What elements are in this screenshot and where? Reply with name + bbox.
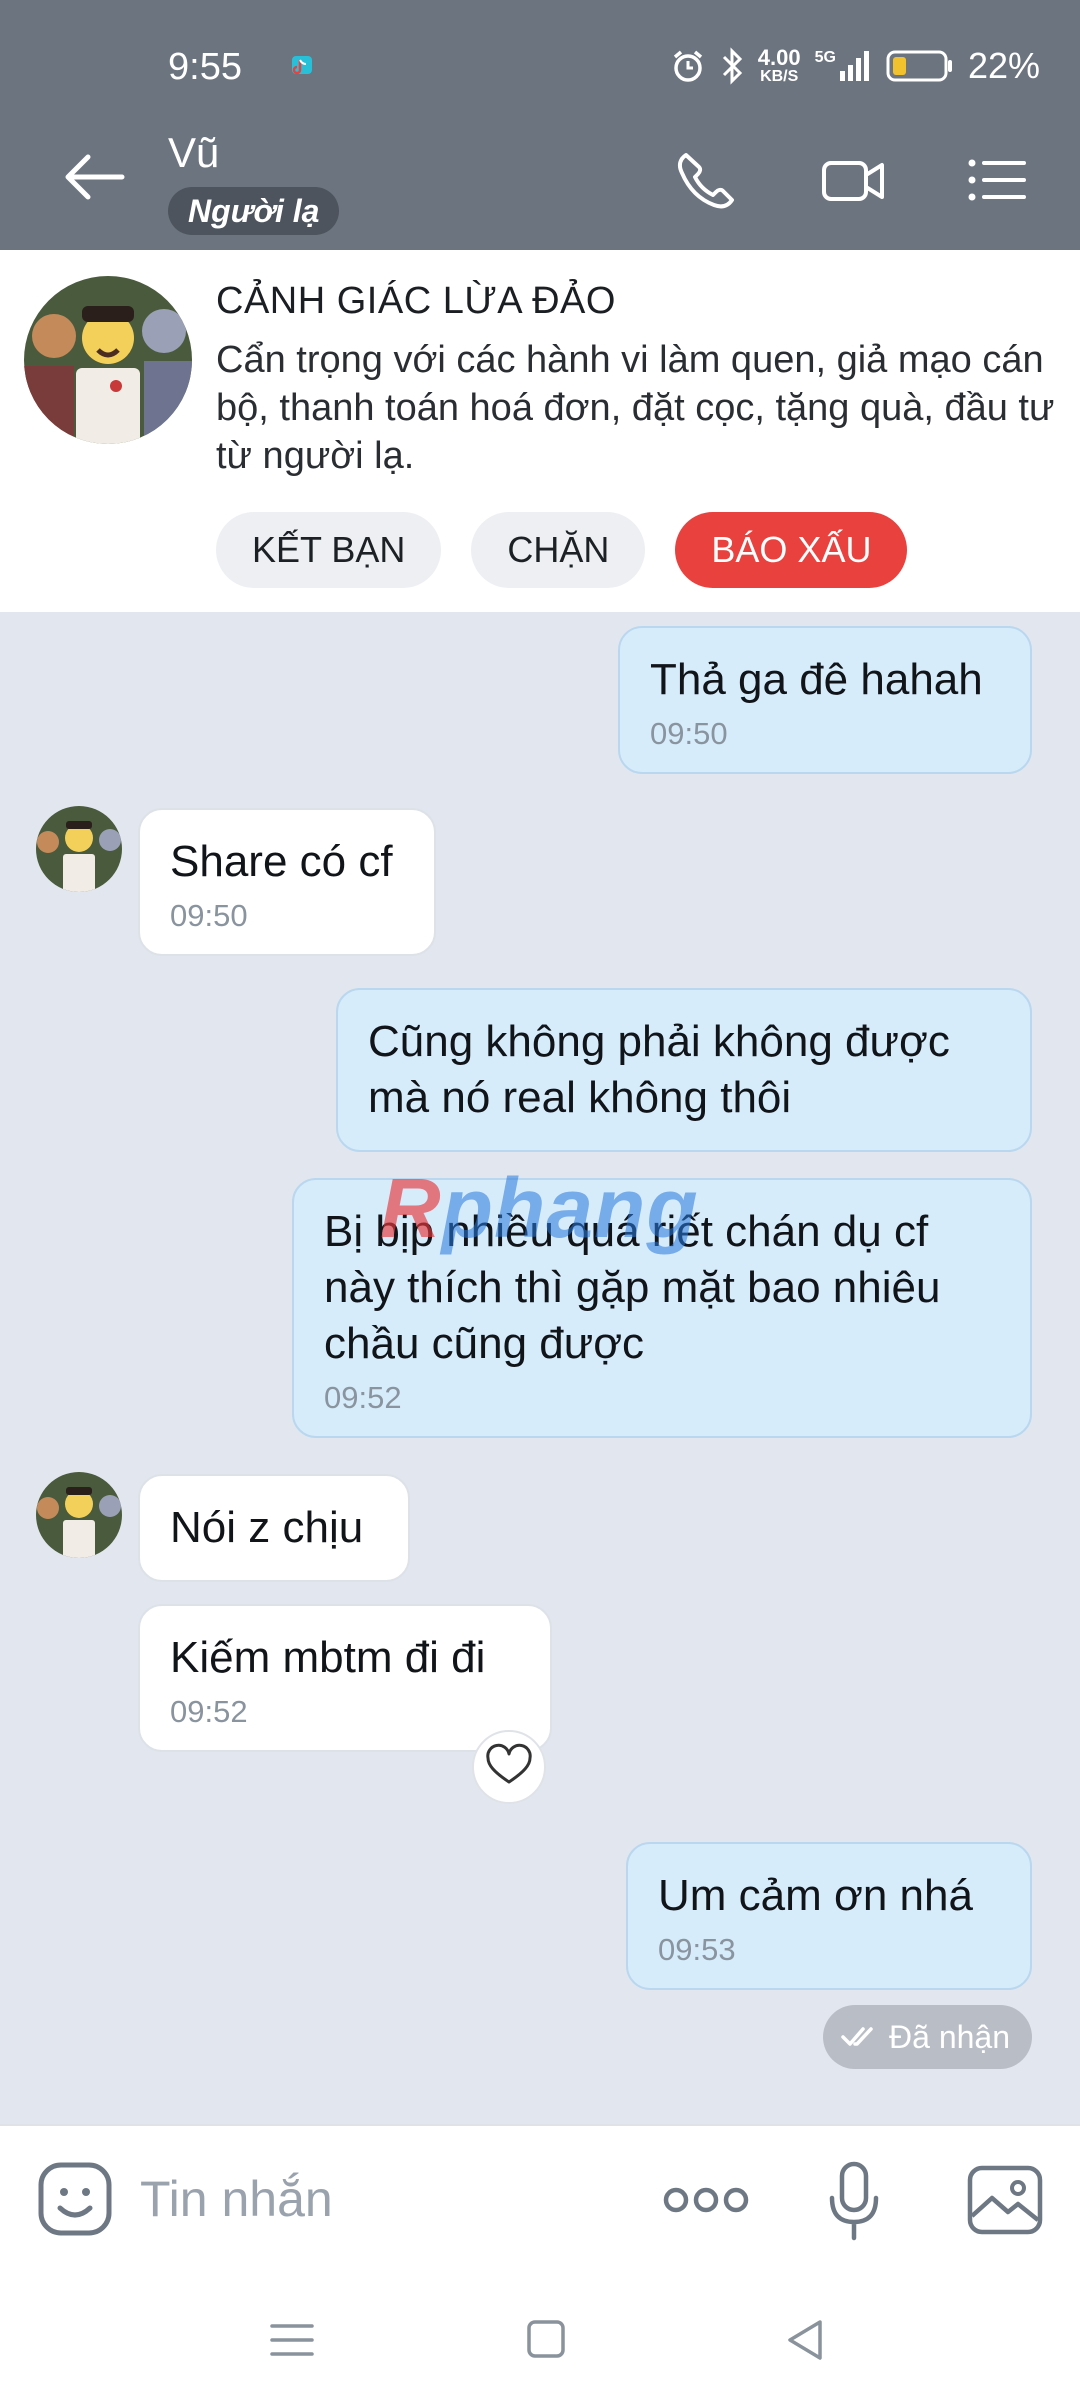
network-type: 5G	[815, 49, 872, 83]
chat-header: Vũ Người lạ	[0, 107, 1080, 250]
home-icon[interactable]	[520, 2316, 572, 2364]
double-check-icon	[841, 2027, 873, 2046]
message-text: Nói z chịu	[170, 1503, 364, 1552]
warning-text: Cẩn trọng với các hành vi làm quen, giả …	[216, 339, 1055, 477]
net-speed-value: 4.00	[757, 45, 801, 70]
net-speed: 4.00 KB/S	[758, 47, 801, 85]
message-list[interactable]: Thả ga đê hahah 09:50 Share có cf 09:50 …	[0, 612, 1080, 2124]
status-icons: 4.00 KB/S 5G 22%	[670, 44, 1040, 88]
more-icon[interactable]	[660, 2178, 752, 2222]
message-bubble-sent[interactable]: Cũng không phải không được mà nó real kh…	[336, 988, 1032, 1152]
battery-percent: 22%	[967, 45, 1040, 86]
bluetooth-icon	[722, 47, 742, 85]
message-text: Share có cf	[170, 837, 393, 886]
status-bar: 9:55 4.00 KB/S 5G 22%	[0, 0, 1080, 107]
alarm-icon	[673, 50, 702, 82]
message-time: 09:50	[170, 898, 248, 933]
message-bubble-sent[interactable]: Thả ga đê hahah 09:50	[618, 626, 1032, 774]
avatar-image	[36, 806, 122, 892]
phone-icon[interactable]	[672, 149, 742, 211]
emoji-icon[interactable]	[36, 2160, 114, 2238]
message-text: Um cảm ơn nhá	[658, 1871, 973, 1920]
react-heart-button[interactable]	[472, 1730, 546, 1804]
watermark-part1: R	[380, 1161, 442, 1255]
battery-icon	[886, 50, 952, 82]
video-call-icon[interactable]	[818, 149, 888, 211]
tiktok-notification-icon	[292, 56, 312, 75]
menu-icon[interactable]	[962, 149, 1032, 211]
warning-title: CẢNH GIÁC LỪA ĐẢO	[216, 280, 616, 322]
avatar-image	[24, 276, 192, 444]
delivery-status-text: Đã nhận	[889, 2019, 1010, 2055]
back-arrow-icon[interactable]	[60, 147, 130, 207]
signal-icon	[839, 51, 869, 81]
warning-actions: KẾT BẠN CHẶN BÁO XẤU	[216, 512, 908, 588]
stranger-badge: Người lạ	[168, 187, 340, 235]
message-text: Thả ga đê hahah	[650, 655, 983, 704]
message-bubble-received[interactable]: Kiếm mbtm đi đi 09:52	[138, 1604, 552, 1752]
contact-name[interactable]: Vũ	[168, 129, 219, 177]
report-button[interactable]: BÁO XẤU	[675, 512, 908, 588]
heart-icon	[486, 1743, 532, 1784]
microphone-icon[interactable]	[826, 2160, 882, 2244]
message-time: 09:52	[170, 1694, 248, 1729]
message-composer: Tin nhắn	[0, 2124, 1080, 2276]
image-icon[interactable]	[966, 2164, 1044, 2236]
block-button[interactable]: CHẶN	[471, 512, 646, 588]
message-text: Cũng không phải không được mà nó real kh…	[368, 1017, 950, 1122]
message-input[interactable]: Tin nhắn	[140, 2170, 333, 2228]
watermark: Rphang	[380, 1160, 699, 1257]
scam-warning-panel: CẢNH GIÁC LỪA ĐẢO Cẩn trọng với các hành…	[0, 250, 1080, 612]
message-time: 09:53	[658, 1932, 736, 1967]
message-bubble-received[interactable]: Share có cf 09:50	[138, 808, 436, 956]
message-bubble-sent[interactable]: Um cảm ơn nhá 09:53	[626, 1842, 1032, 1990]
delivery-status: Đã nhận	[823, 2005, 1032, 2069]
contact-avatar-large[interactable]	[24, 276, 192, 444]
recents-icon[interactable]	[266, 2316, 318, 2364]
watermark-part2: phang	[441, 1161, 699, 1255]
contact-avatar[interactable]	[36, 806, 122, 892]
message-text: Kiếm mbtm đi đi	[170, 1633, 486, 1682]
contact-avatar[interactable]	[36, 1472, 122, 1558]
network-label: 5G	[814, 49, 836, 66]
message-time: 09:50	[650, 716, 728, 751]
system-nav-bar	[0, 2276, 1080, 2400]
avatar-image	[36, 1472, 122, 1558]
status-time: 9:55	[168, 46, 242, 88]
message-bubble-received[interactable]: Nói z chịu	[138, 1474, 410, 1582]
net-speed-unit: KB/S	[760, 68, 799, 85]
back-icon[interactable]	[780, 2316, 832, 2364]
add-friend-button[interactable]: KẾT BẠN	[216, 512, 442, 588]
message-time: 09:52	[324, 1380, 402, 1415]
